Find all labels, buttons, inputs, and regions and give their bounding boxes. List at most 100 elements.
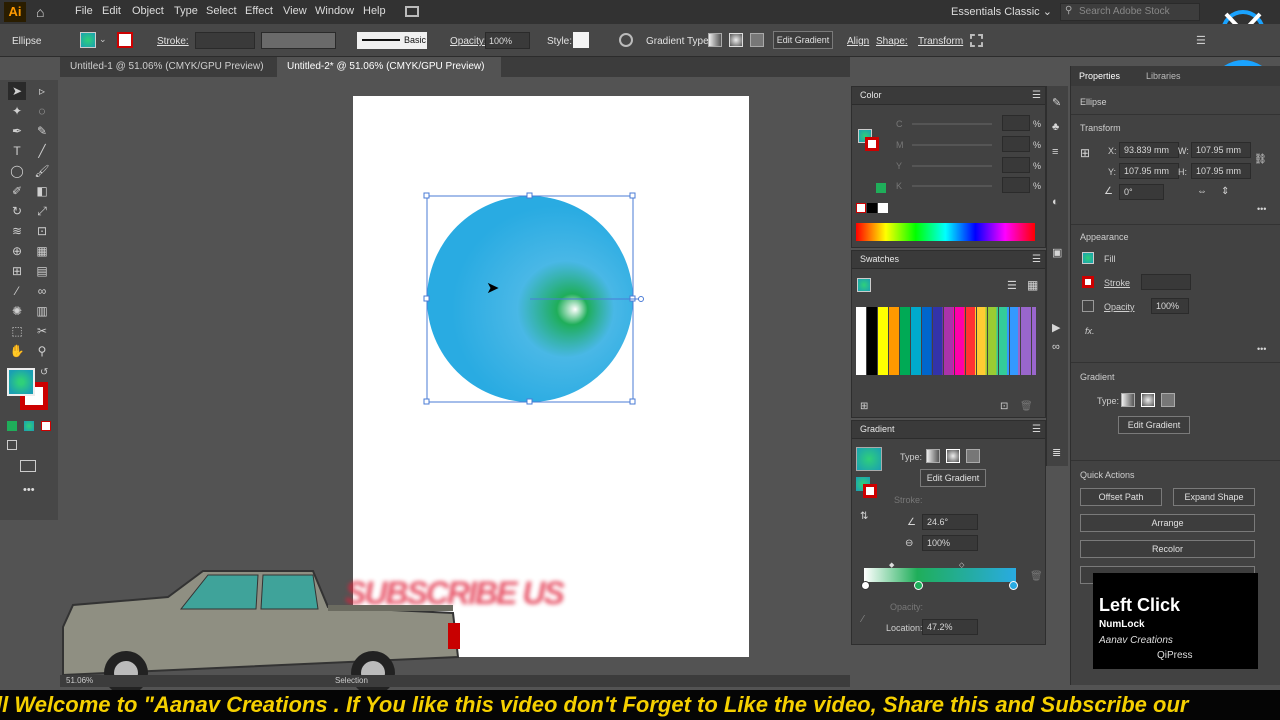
color-stop-green[interactable] <box>914 581 923 590</box>
list-view-icon[interactable]: ☰ <box>1007 279 1017 292</box>
stroke-label[interactable]: Stroke: <box>157 36 189 47</box>
pen-tool-icon[interactable]: ✒ <box>8 122 26 140</box>
props-freeform-button[interactable] <box>1161 393 1175 407</box>
stroke-swatch[interactable] <box>117 32 133 48</box>
color-stop-white[interactable] <box>861 581 870 590</box>
channel-k-slider[interactable] <box>912 185 992 187</box>
edit-gradient-button[interactable]: Edit Gradient <box>773 31 833 49</box>
none-swatch[interactable] <box>856 203 866 213</box>
reverse-gradient-icon[interactable]: ⇅ <box>860 511 868 522</box>
appearance-opacity-field[interactable]: 100% <box>1151 298 1189 314</box>
reference-point-icon[interactable]: ⊞ <box>1080 146 1090 160</box>
swap-colors-icon[interactable]: ↺ <box>40 367 48 378</box>
freeform-gradient-button[interactable] <box>750 33 764 47</box>
align-link[interactable]: Align <box>847 36 869 47</box>
workspace-switcher[interactable]: Essentials Classic ⌄ <box>951 5 1052 18</box>
stroke-weight-field[interactable] <box>195 32 255 49</box>
screen-mode-icon[interactable] <box>20 460 36 472</box>
more-tools-icon[interactable]: ••• <box>23 484 35 496</box>
out-of-gamut-swatch[interactable] <box>876 183 886 193</box>
rotate-tool-icon[interactable]: ↻ <box>8 202 26 220</box>
opacity-label[interactable]: Opacity: <box>450 36 487 47</box>
expand-shape-button[interactable]: Expand Shape <box>1173 488 1255 506</box>
delete-stop-icon[interactable]: 🗑 <box>1030 571 1043 582</box>
swatch-library-icon[interactable]: ⊞ <box>860 401 868 412</box>
radial-gradient-button[interactable] <box>729 33 743 47</box>
channel-c-field[interactable] <box>1002 115 1030 131</box>
gradient-aspect-field[interactable]: 100% <box>922 535 978 551</box>
panel-menu-icon[interactable]: ☰ <box>1032 90 1041 101</box>
menu-file[interactable]: File <box>75 5 93 17</box>
fx-icon[interactable]: fx. <box>1085 326 1095 336</box>
appearance-fill-swatch[interactable] <box>1082 252 1094 264</box>
play-actions-icon[interactable]: ▶ <box>1052 321 1060 334</box>
brushes-icon[interactable]: ✎ <box>1052 96 1061 109</box>
shape-link[interactable]: Shape: <box>876 36 908 47</box>
transform-link[interactable]: Transform <box>918 36 963 47</box>
menu-object[interactable]: Object <box>132 5 164 17</box>
magic-wand-tool-icon[interactable]: ✦ <box>8 102 26 120</box>
none-mode-button[interactable] <box>41 421 51 431</box>
swatches-fill-proxy[interactable] <box>857 278 871 292</box>
menu-select[interactable]: Select <box>206 5 237 17</box>
symbols-icon[interactable]: ♣ <box>1052 121 1059 133</box>
flip-horizontal-icon[interactable]: ⇔ <box>1197 186 1207 197</box>
swatches-panel-title[interactable]: Swatches <box>860 254 899 264</box>
menu-help[interactable]: Help <box>363 5 386 17</box>
graphic-styles-icon[interactable]: ▣ <box>1052 246 1062 259</box>
swatch-grid[interactable] <box>856 307 1036 375</box>
gradient-mode-button[interactable] <box>24 421 34 431</box>
eraser-tool-icon[interactable]: ◧ <box>33 182 51 200</box>
menu-effect[interactable]: Effect <box>245 5 273 17</box>
gradient-slider[interactable] <box>864 568 1016 582</box>
menu-edit[interactable]: Edit <box>102 5 121 17</box>
line-tool-icon[interactable]: ╱ <box>33 142 51 160</box>
arrange-documents-icon[interactable] <box>405 6 419 17</box>
panel-menu-icon[interactable]: ☰ <box>1032 254 1041 265</box>
appearance-stroke-swatch[interactable] <box>1082 276 1094 288</box>
gradient-panel-title[interactable]: Gradient <box>860 424 895 434</box>
gradient-angle-field[interactable]: 24.6° <box>922 514 978 530</box>
menu-view[interactable]: View <box>283 5 307 17</box>
tab-libraries[interactable]: Libraries <box>1146 71 1181 81</box>
shape-builder-tool-icon[interactable]: ⊕ <box>8 242 26 260</box>
grid-view-icon[interactable]: ▦ <box>1027 278 1038 292</box>
zoom-tool-icon[interactable]: ⚲ <box>33 342 51 360</box>
h-field[interactable]: 107.95 mm <box>1191 163 1251 179</box>
appearance-opacity-label[interactable]: Opacity <box>1104 302 1135 312</box>
free-transform-tool-icon[interactable]: ⊡ <box>33 222 51 240</box>
scale-tool-icon[interactable]: ⤢ <box>33 202 51 220</box>
color-spectrum[interactable] <box>856 223 1035 241</box>
props-edit-gradient-button[interactable]: Edit Gradient <box>1118 416 1190 434</box>
channel-m-field[interactable] <box>1002 136 1030 152</box>
selected-ellipse[interactable] <box>423 192 644 405</box>
gradient-linear-button[interactable] <box>926 449 940 463</box>
recolor-artwork-icon[interactable] <box>619 33 633 47</box>
channel-k-field[interactable] <box>1002 177 1030 193</box>
color-stop-blue[interactable] <box>1009 581 1018 590</box>
props-linear-button[interactable] <box>1121 393 1135 407</box>
lasso-tool-icon[interactable]: ◌ <box>33 102 51 120</box>
x-field[interactable]: 93.839 mm <box>1119 142 1179 158</box>
color-stroke-proxy[interactable] <box>865 137 879 151</box>
shaper-tool-icon[interactable]: ✐ <box>8 182 26 200</box>
color-mode-button[interactable] <box>7 421 17 431</box>
stroke-icon[interactable]: ≡ <box>1052 146 1058 158</box>
symbol-sprayer-tool-icon[interactable]: ✺ <box>8 302 26 320</box>
opacity-field[interactable]: 100% <box>485 32 530 49</box>
more-options-icon[interactable]: ••• <box>1257 204 1266 214</box>
more-options-icon[interactable]: ••• <box>1257 344 1266 354</box>
panel-menu-icon[interactable]: ☰ <box>1032 424 1041 435</box>
offset-path-button[interactable]: Offset Path <box>1080 488 1162 506</box>
tab-untitled-2[interactable]: Untitled-2* @ 51.06% (CMYK/GPU Preview) … <box>277 57 501 92</box>
isolate-icon[interactable] <box>970 34 983 47</box>
menu-window[interactable]: Window <box>315 5 354 17</box>
current-tool-label[interactable]: Selection <box>335 676 368 685</box>
fill-color-box[interactable] <box>7 368 35 396</box>
appearance-stroke-label[interactable]: Stroke <box>1104 278 1130 288</box>
channel-y-field[interactable] <box>1002 157 1030 173</box>
delete-swatch-icon[interactable]: 🗑 <box>1020 401 1033 412</box>
search-stock-input[interactable]: ⚲ Search Adobe Stock <box>1060 3 1200 21</box>
gradient-tool-icon[interactable]: ▤ <box>33 262 51 280</box>
mesh-tool-icon[interactable]: ⊞ <box>8 262 26 280</box>
